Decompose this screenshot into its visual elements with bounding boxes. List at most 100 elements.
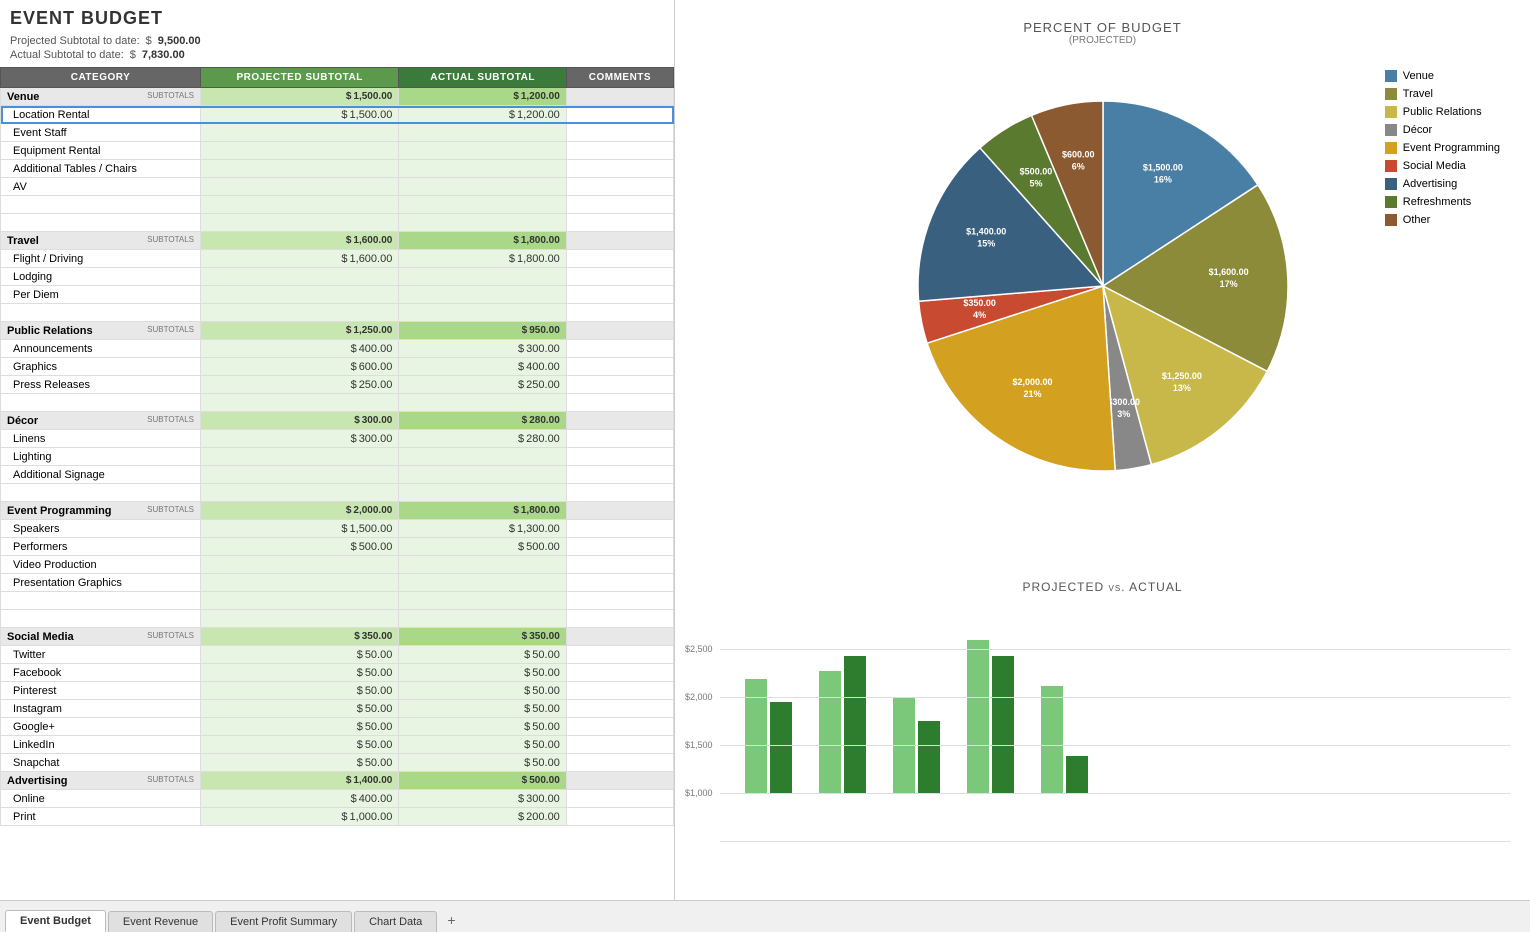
- projected-label: Projected Subtotal to date:: [10, 35, 140, 47]
- add-tab-button[interactable]: +: [439, 908, 463, 932]
- table-row[interactable]: [1, 610, 674, 628]
- item-actual: [399, 124, 566, 142]
- item-actual: $250.00: [399, 376, 566, 394]
- item-actual: $50.00: [399, 682, 566, 700]
- table-row[interactable]: Additional Tables / Chairs: [1, 160, 674, 178]
- section-name: Advertising SUBTOTALS: [1, 772, 201, 790]
- item-actual: [399, 304, 566, 322]
- tab-event-profit-summary[interactable]: Event Profit Summary: [215, 911, 352, 932]
- table-row[interactable]: Per Diem: [1, 286, 674, 304]
- item-comments: [566, 178, 673, 196]
- table-row[interactable]: Press Releases $250.00 $250.00: [1, 376, 674, 394]
- table-row[interactable]: Location Rental $1,500.00 $1,200.00: [1, 106, 674, 124]
- legend-color-5: [1385, 160, 1397, 172]
- item-comments: [566, 214, 673, 232]
- legend-item-6: Advertising: [1385, 178, 1500, 190]
- tab-event-revenue[interactable]: Event Revenue: [108, 911, 213, 932]
- legend-item-3: Décor: [1385, 124, 1500, 136]
- pie-label-amount-2: $1,250.00: [1161, 371, 1201, 381]
- item-proj: [201, 142, 399, 160]
- item-proj: $50.00: [201, 736, 399, 754]
- table-row[interactable]: AV: [1, 178, 674, 196]
- tab-chart-data[interactable]: Chart Data: [354, 911, 437, 932]
- section-subtotal-row[interactable]: Travel SUBTOTALS $1,600.00 $1,800.00: [1, 232, 674, 250]
- table-row[interactable]: Announcements $400.00 $300.00: [1, 340, 674, 358]
- table-row[interactable]: [1, 304, 674, 322]
- table-row[interactable]: Speakers $1,500.00 $1,300.00: [1, 520, 674, 538]
- table-row[interactable]: Equipment Rental: [1, 142, 674, 160]
- table-row[interactable]: Video Production: [1, 556, 674, 574]
- item-name: Twitter: [1, 646, 201, 664]
- section-subtotal-row[interactable]: Advertising SUBTOTALS $1,400.00 $500.00: [1, 772, 674, 790]
- table-row[interactable]: [1, 592, 674, 610]
- actual-subtotal-row: Actual Subtotal to date: $ 7,830.00: [10, 49, 664, 61]
- item-comments: [566, 160, 673, 178]
- header-comments: COMMENTS: [566, 68, 673, 88]
- item-name: [1, 610, 201, 628]
- section-name: Public Relations SUBTOTALS: [1, 322, 201, 340]
- item-proj: [201, 178, 399, 196]
- item-proj: [201, 610, 399, 628]
- item-proj: $500.00: [201, 538, 399, 556]
- item-proj: $1,600.00: [201, 250, 399, 268]
- table-row[interactable]: Instagram $50.00 $50.00: [1, 700, 674, 718]
- pie-label-amount-4: $2,000.00: [1012, 377, 1052, 387]
- table-row[interactable]: [1, 214, 674, 232]
- table-row[interactable]: Twitter $50.00 $50.00: [1, 646, 674, 664]
- table-row[interactable]: Lodging: [1, 268, 674, 286]
- table-row[interactable]: Online $400.00 $300.00: [1, 790, 674, 808]
- section-actual-subtotal: $280.00: [399, 412, 566, 430]
- table-row[interactable]: [1, 394, 674, 412]
- item-actual: [399, 592, 566, 610]
- section-subtotal-row[interactable]: Social Media SUBTOTALS $350.00 $350.00: [1, 628, 674, 646]
- table-row[interactable]: Graphics $600.00 $400.00: [1, 358, 674, 376]
- tab-event-budget[interactable]: Event Budget: [5, 910, 106, 932]
- item-comments: [566, 700, 673, 718]
- item-name: Video Production: [1, 556, 201, 574]
- bar-actual-1: [844, 656, 866, 794]
- section-subtotal-row[interactable]: Venue SUBTOTALS $1,500.00 $1,200.00: [1, 88, 674, 106]
- pie-label-amount-1: $1,600.00: [1208, 267, 1248, 277]
- item-comments: [566, 466, 673, 484]
- item-actual: [399, 394, 566, 412]
- section-subtotal-row[interactable]: Event Programming SUBTOTALS $2,000.00 $1…: [1, 502, 674, 520]
- pie-label-amount-6: $1,400.00: [966, 226, 1006, 236]
- table-row[interactable]: Print $1,000.00 $200.00: [1, 808, 674, 826]
- table-row[interactable]: Facebook $50.00 $50.00: [1, 664, 674, 682]
- table-row[interactable]: Linens $300.00 $280.00: [1, 430, 674, 448]
- item-actual: [399, 610, 566, 628]
- item-proj: $50.00: [201, 718, 399, 736]
- table-row[interactable]: [1, 484, 674, 502]
- item-actual: $1,200.00: [399, 106, 566, 124]
- section-actual-subtotal: $350.00: [399, 628, 566, 646]
- legend-label-0: Venue: [1403, 70, 1434, 82]
- legend-color-3: [1385, 124, 1397, 136]
- table-row[interactable]: Flight / Driving $1,600.00 $1,800.00: [1, 250, 674, 268]
- item-proj: [201, 592, 399, 610]
- item-comments: [566, 610, 673, 628]
- table-row[interactable]: Additional Signage: [1, 466, 674, 484]
- item-name: Flight / Driving: [1, 250, 201, 268]
- table-row[interactable]: Lighting: [1, 448, 674, 466]
- table-row[interactable]: Presentation Graphics: [1, 574, 674, 592]
- item-comments: [566, 250, 673, 268]
- y-label-2500: $2,500: [685, 644, 713, 654]
- item-comments: [566, 394, 673, 412]
- table-row[interactable]: Performers $500.00 $500.00: [1, 538, 674, 556]
- section-comments: [566, 88, 673, 106]
- table-row[interactable]: Event Staff: [1, 124, 674, 142]
- item-proj: $250.00: [201, 376, 399, 394]
- bar-chart-title: PROJECTED vs. ACTUAL: [685, 580, 1520, 594]
- pie-label-pct-1: 17%: [1219, 279, 1237, 289]
- table-row[interactable]: Google+ $50.00 $50.00: [1, 718, 674, 736]
- table-row[interactable]: Pinterest $50.00 $50.00: [1, 682, 674, 700]
- table-row[interactable]: LinkedIn $50.00 $50.00: [1, 736, 674, 754]
- item-name: LinkedIn: [1, 736, 201, 754]
- section-comments: [566, 772, 673, 790]
- legend-color-2: [1385, 106, 1397, 118]
- section-subtotal-row[interactable]: Public Relations SUBTOTALS $1,250.00 $95…: [1, 322, 674, 340]
- section-subtotal-row[interactable]: Décor SUBTOTALS $300.00 $280.00: [1, 412, 674, 430]
- pie-label-pct-5: 4%: [973, 310, 986, 320]
- table-row[interactable]: [1, 196, 674, 214]
- table-row[interactable]: Snapchat $50.00 $50.00: [1, 754, 674, 772]
